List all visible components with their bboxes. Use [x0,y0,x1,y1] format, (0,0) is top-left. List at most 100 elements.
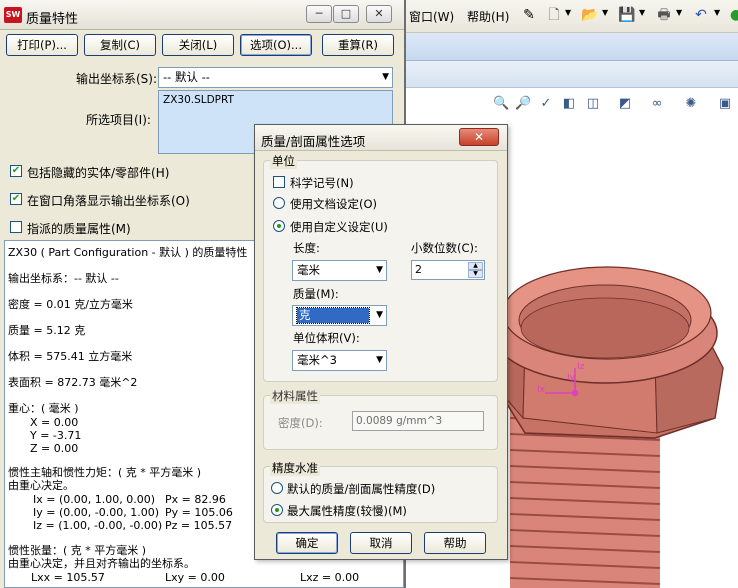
dialog-titlebar[interactable]: 质量/剖面属性选项 ✕ [255,125,507,151]
report-cog-x: X = 0.00 [30,416,79,429]
include-hidden-checkbox[interactable]: ✔ [10,165,22,177]
report-ix: Ix = (0.00, 1.00, 0.00) [33,493,156,506]
axis-label-iy: Iy [567,373,576,383]
use-custom-radio[interactable] [273,220,285,232]
length-value: 毫米 [297,263,320,277]
solidworks-logo-icon: SW [4,7,22,23]
report-it-title: 惯性张量：( 克 * 平方毫米 ) [8,544,147,557]
menu-window[interactable]: 窗口(W) [409,8,454,25]
max-accuracy-label: 最大属性精度(较慢)(M) [287,504,407,518]
include-hidden-label: 包括隐藏的实体/零部件(H) [27,166,170,180]
chevron-down-icon[interactable]: ▼ [639,8,645,17]
open-folder-icon[interactable]: 📂 [581,6,599,24]
pin-icon[interactable]: ✎ [520,6,538,24]
options-button[interactable]: 选项(O)... [240,34,312,56]
chevron-down-icon[interactable]: ▼ [565,8,571,17]
chevron-down-icon[interactable]: ▼ [382,68,389,87]
chevron-down-icon[interactable]: ▼ [468,270,483,278]
app-menubar: 窗口(W) 帮助(H) ✎ 🗋 ▼ 📂 ▼ 💾 ▼ 🖶 ▼ ↶ ▼ ● [405,0,738,33]
report-cog-z: Z = 0.00 [30,442,79,455]
report-iz: Iz = (1.00, -0.00, -0.00) [33,519,163,532]
density-value: 0.0089 g/mm^3 [356,415,443,427]
material-group-label: 材料属性 [270,388,320,404]
window-title: 质量特性 [26,12,79,27]
mass-properties-titlebar[interactable]: SW 质量特性 ─ □ ✕ [0,0,404,30]
decimals-label: 小数位数(C): [411,241,478,255]
mass-unit-value: 克 [296,307,370,324]
output-cs-value: -- 默认 -- [163,70,210,84]
report-cog-title: 重心：( 毫米 ) [8,402,79,415]
dialog-title: 质量/剖面属性选项 [261,134,366,149]
units-group-label: 单位 [270,153,297,169]
report-py: Py = 105.06 [165,506,233,519]
save-icon[interactable]: 💾 [618,6,636,24]
show-cs-checkbox[interactable]: ✔ [10,193,22,205]
scientific-label: 科学记号(N) [290,176,354,190]
scientific-checkbox[interactable] [273,176,285,188]
show-cs-label: 在窗口角落显示输出坐标系(O) [27,194,190,208]
report-pz: Pz = 105.57 [165,519,233,532]
chevron-down-icon[interactable]: ▼ [714,8,720,17]
output-cs-select[interactable]: -- 默认 -- ▼ [158,67,393,88]
dialog-close-icon[interactable]: ✕ [459,128,499,146]
new-document-icon[interactable]: 🗋 [545,6,563,24]
report-it-sub: 由重心决定，并且对齐输出的坐标系。 [8,557,195,570]
selected-items-label: 所选项目(I): [86,113,151,127]
report-px: Px = 82.96 [165,493,226,506]
max-accuracy-radio[interactable] [271,504,283,516]
axis-label-ix: Ix [537,385,546,395]
maximize-button[interactable]: □ [333,5,359,23]
mass-label: 质量(M): [293,287,339,301]
chevron-down-icon[interactable]: ▼ [376,306,383,325]
print-icon[interactable]: 🖶 [655,6,673,24]
per-volume-value: 毫米^3 [297,353,337,367]
report-cog-y: Y = -3.71 [30,429,82,442]
use-document-radio[interactable] [273,197,285,209]
chevron-down-icon[interactable]: ▼ [602,8,608,17]
decimals-value: 2 [415,263,422,276]
default-accuracy-label: 默认的质量/剖面属性精度(D) [287,482,436,496]
assigned-mass-checkbox[interactable] [10,221,22,233]
output-cs-label: 输出坐标系(S): [76,72,158,86]
traffic-light-icon[interactable]: ● [727,6,738,24]
chevron-down-icon[interactable]: ▼ [376,261,383,280]
print-button[interactable]: 打印(P)... [6,34,78,56]
use-custom-label: 使用自定义设定(U) [290,220,388,234]
accuracy-group-label: 精度水准 [270,460,320,476]
report-volume: 体积 = 575.41 立方毫米 [8,350,133,363]
undo-icon[interactable]: ↶ [692,6,710,24]
per-volume-label: 单位体积(V): [293,331,360,345]
command-manager-band [405,33,738,61]
chevron-down-icon[interactable]: ▼ [676,8,682,17]
minimize-button[interactable]: ─ [306,5,332,23]
report-lxz: Lxz = 0.00 [300,571,360,584]
ok-button[interactable]: 确定 [276,532,338,554]
report-pa-title: 惯性主轴和惯性力矩：( 克 * 平方毫米 ) [8,466,202,479]
report-lxy: Lxy = 0.00 [165,571,225,584]
cancel-button[interactable]: 取消 [350,532,412,554]
report-mass: 质量 = 5.12 克 [8,324,86,337]
chevron-down-icon[interactable]: ▼ [376,351,383,370]
report-area: 表面积 = 872.73 毫米^2 [8,376,138,389]
report-iy: Iy = (0.00, -0.00, 1.00) [33,506,159,519]
default-accuracy-radio[interactable] [271,482,283,494]
feature-tabs-band [405,61,738,88]
close-button[interactable]: 关闭(L) [162,34,234,56]
recalculate-button[interactable]: 重算(R) [322,34,394,56]
report-header: ZX30 ( Part Configuration - 默认 ) 的质量特性 [8,246,248,259]
bolt-flange [492,266,718,384]
mass-unit-select[interactable]: 克 ▼ [292,305,387,326]
menu-help[interactable]: 帮助(H) [467,8,509,25]
list-item[interactable]: ZX30.SLDPRT [163,94,234,106]
close-window-button[interactable]: ✕ [366,5,392,23]
length-select[interactable]: 毫米 ▼ [292,260,387,281]
copy-button[interactable]: 复制(C) [84,34,156,56]
axis-label-iz: Iz [577,362,585,372]
decimals-stepper[interactable]: 2 ▲ ▼ [411,260,485,280]
report-lxx: Lxx = 105.57 [31,571,105,584]
report-output-cs: 输出坐标系：-- 默认 -- [8,272,119,285]
per-volume-select[interactable]: 毫米^3 ▼ [292,350,387,371]
chevron-up-icon[interactable]: ▲ [468,262,483,270]
density-label: 密度(D): [278,416,323,430]
help-button[interactable]: 帮助 [424,532,486,554]
